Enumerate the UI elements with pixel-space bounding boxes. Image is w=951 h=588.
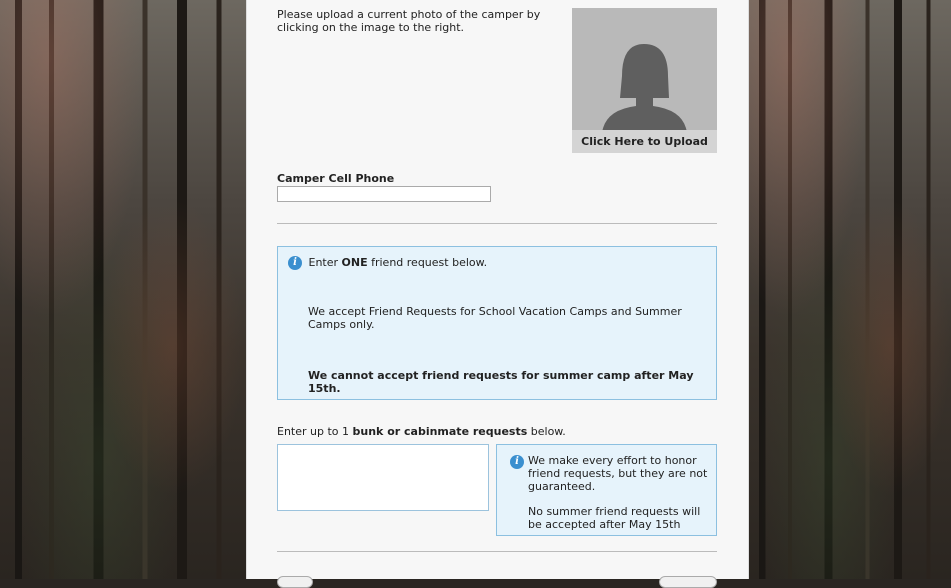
friend-request-text-post: friend request below. [367,256,488,269]
note-deadline: No summer friend requests will be accept… [528,505,701,531]
section-divider [277,223,717,224]
camper-phone-input[interactable] [277,186,491,202]
friend-request-instruction: i Enter ONE friend request below. [288,256,487,270]
friend-request-info-box: i Enter ONE friend request below. We acc… [277,246,717,400]
photo-upload-instructions: Please upload a current photo of the cam… [277,8,541,34]
bunk-label-pre: Enter up to 1 [277,425,353,438]
bunk-label-bold: bunk or cabinmate requests [352,425,528,438]
bunk-request-label: Enter up to 1 bunk or cabinmate requests… [277,425,566,438]
forest-background-left [0,0,246,579]
section-divider [277,551,717,552]
registration-form-card: Please upload a current photo of the cam… [246,0,749,588]
bunk-label-post: below. [527,425,566,438]
friend-request-text-pre: Enter [308,256,342,269]
friend-request-deadline: We cannot accept friend requests for sum… [308,369,694,395]
photo-upload-button[interactable]: Click Here to Upload [572,8,717,153]
friend-request-note-box: i We make every effort to honor friend r… [496,444,717,536]
next-button[interactable] [659,576,717,588]
note-honor-requests: We make every effort to honor friend req… [528,454,708,493]
forest-background-right [747,0,951,579]
photo-upload-caption: Click Here to Upload [572,130,717,153]
bunk-request-textarea[interactable] [277,444,489,511]
info-icon: i [288,256,302,270]
friend-request-policy: We accept Friend Requests for School Vac… [308,305,682,331]
camper-phone-label: Camper Cell Phone [277,172,395,185]
back-button[interactable] [277,576,313,588]
friend-request-text-bold: ONE [341,256,368,269]
info-icon: i [510,455,524,469]
